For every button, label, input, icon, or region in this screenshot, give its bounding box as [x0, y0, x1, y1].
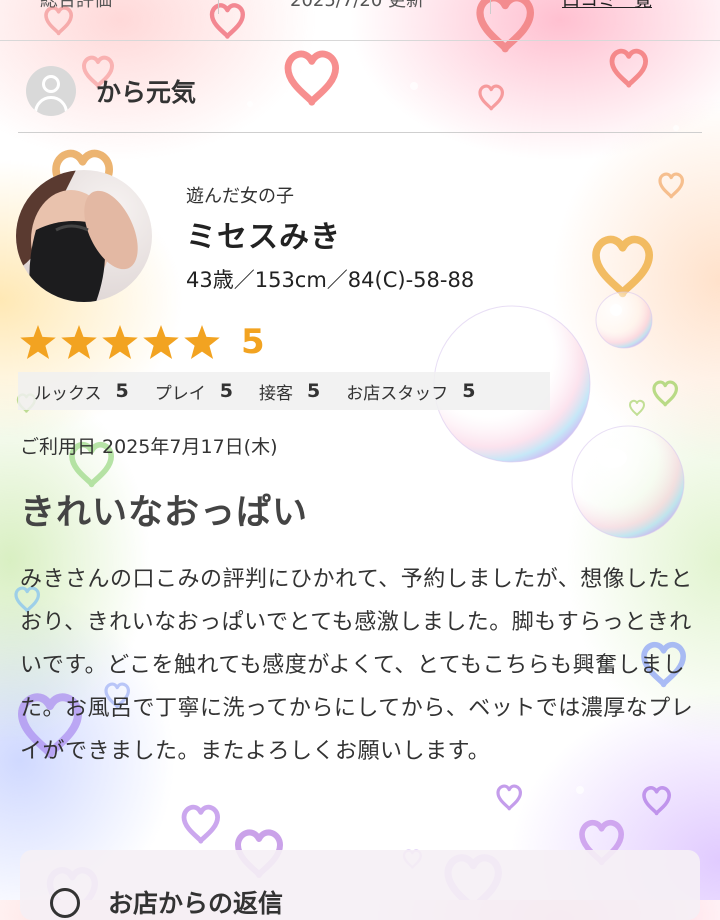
girl-stats: 43歳／153cm／84(C)-58-88: [186, 268, 475, 292]
star-icon: [20, 325, 56, 359]
girl-name[interactable]: ミセスみき: [186, 212, 586, 256]
reply-label: お店からの返信: [108, 889, 284, 918]
star-icon: [61, 325, 97, 359]
reply-icon: [50, 888, 80, 918]
subscore-value: 5: [219, 380, 233, 402]
user-avatar-icon: [26, 66, 76, 116]
subscore-label: お店スタッフ: [346, 383, 449, 404]
girl-photo[interactable]: [16, 170, 152, 302]
girl-info: 遊んだ女の子 ミセスみき 43歳／153cm／84(C)-58-88: [186, 182, 586, 294]
subscore-play: プレイ 5: [155, 379, 233, 404]
subscore-value: 5: [115, 380, 129, 402]
subscore-value: 5: [462, 380, 476, 402]
visit-date: ご利用日 2025年7月17日(木): [20, 436, 278, 458]
subscores: ルックス 5 プレイ 5 接客 5 お店スタッフ 5: [18, 372, 550, 410]
subscore-value: 5: [306, 380, 321, 402]
top-bar-cell-2: 2025/7/20 更新: [290, 0, 425, 11]
review-body: みきさんの口こみの評判にひかれて、予約しましたが、想像したとおり、きれいなおっぱ…: [20, 567, 694, 764]
review-title: きれいなおっぱい: [20, 493, 309, 533]
subscore-staff: お店スタッフ 5: [346, 379, 475, 404]
star-icon: [184, 325, 220, 359]
top-bar-divider: [218, 0, 219, 14]
top-bar-divider: [490, 0, 491, 14]
rating-score: 5: [241, 322, 265, 362]
divider: [18, 132, 702, 133]
top-bar: 総合評価 2025/7/20 更新 口コミ一覧: [0, 0, 720, 41]
star-rating: [20, 325, 225, 359]
subscore-label: 接客: [258, 383, 293, 404]
top-bar-cell-1: 総合評価: [40, 0, 112, 11]
girl-caption: 遊んだ女の子: [186, 186, 294, 207]
subscore-label: ルックス: [34, 383, 102, 404]
subscore-looks: ルックス 5: [34, 379, 129, 404]
reviewer-name[interactable]: から元気: [96, 73, 196, 109]
star-icon: [102, 325, 138, 359]
rating: 5: [20, 322, 265, 362]
shop-reply-section[interactable]: お店からの返信: [20, 850, 700, 920]
top-bar-link[interactable]: 口コミ一覧: [562, 0, 652, 12]
subscore-label: プレイ: [154, 383, 206, 404]
subscore-service: 接客 5: [259, 379, 320, 404]
reviewer: から元気: [26, 64, 196, 118]
star-icon: [143, 325, 179, 359]
